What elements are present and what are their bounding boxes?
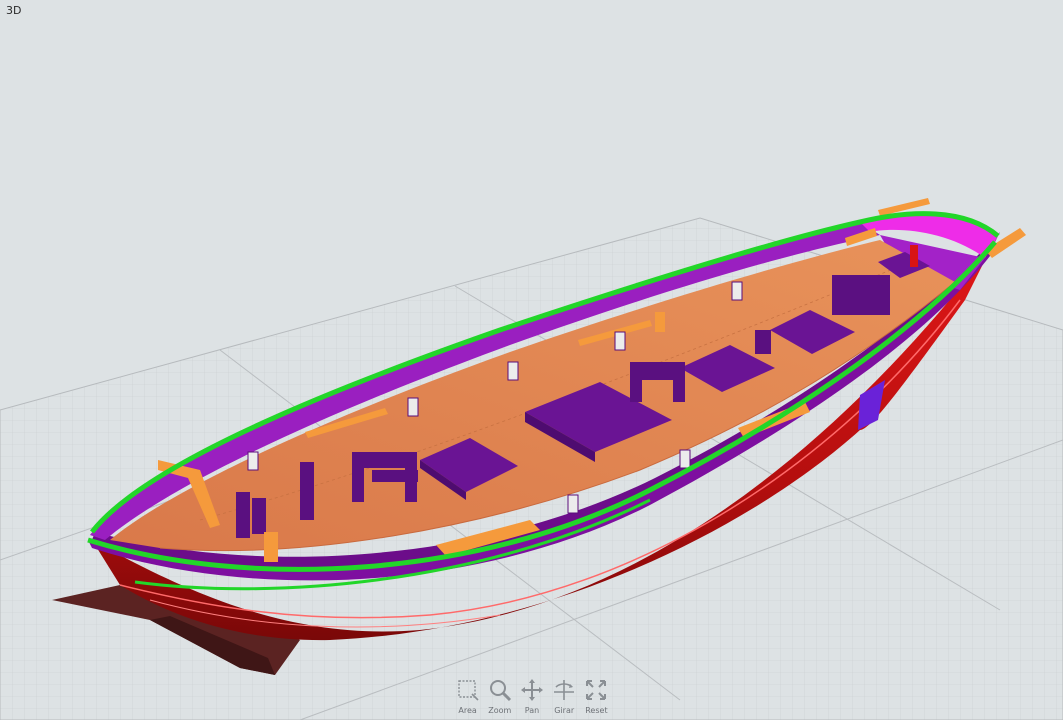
rotate-label: Girar (554, 706, 575, 715)
pan-button[interactable]: Pan (516, 676, 547, 720)
zoom-label: Zoom (488, 706, 512, 715)
reset-label: Reset (585, 706, 608, 715)
area-select-icon (457, 680, 479, 701)
area-button[interactable]: Area (452, 676, 483, 720)
navigation-toolbar: Area Zoom Pan Girar Reset (452, 676, 612, 720)
zoom-button[interactable]: Zoom (484, 676, 515, 720)
area-label: Area (458, 706, 477, 715)
view-mode-label: 3D (6, 4, 22, 17)
pan-arrows-icon (521, 679, 543, 701)
rotate-icon (554, 680, 575, 700)
pan-label: Pan (524, 706, 540, 715)
rotate-button[interactable]: Girar (549, 676, 580, 720)
zoom-icon (489, 680, 511, 702)
3d-viewport[interactable]: 3D Area Zoom Pan Girar Reset (0, 0, 1063, 720)
reset-button[interactable]: Reset (581, 676, 612, 720)
reset-icon (586, 680, 607, 700)
ship-model-scene[interactable] (0, 0, 1063, 720)
